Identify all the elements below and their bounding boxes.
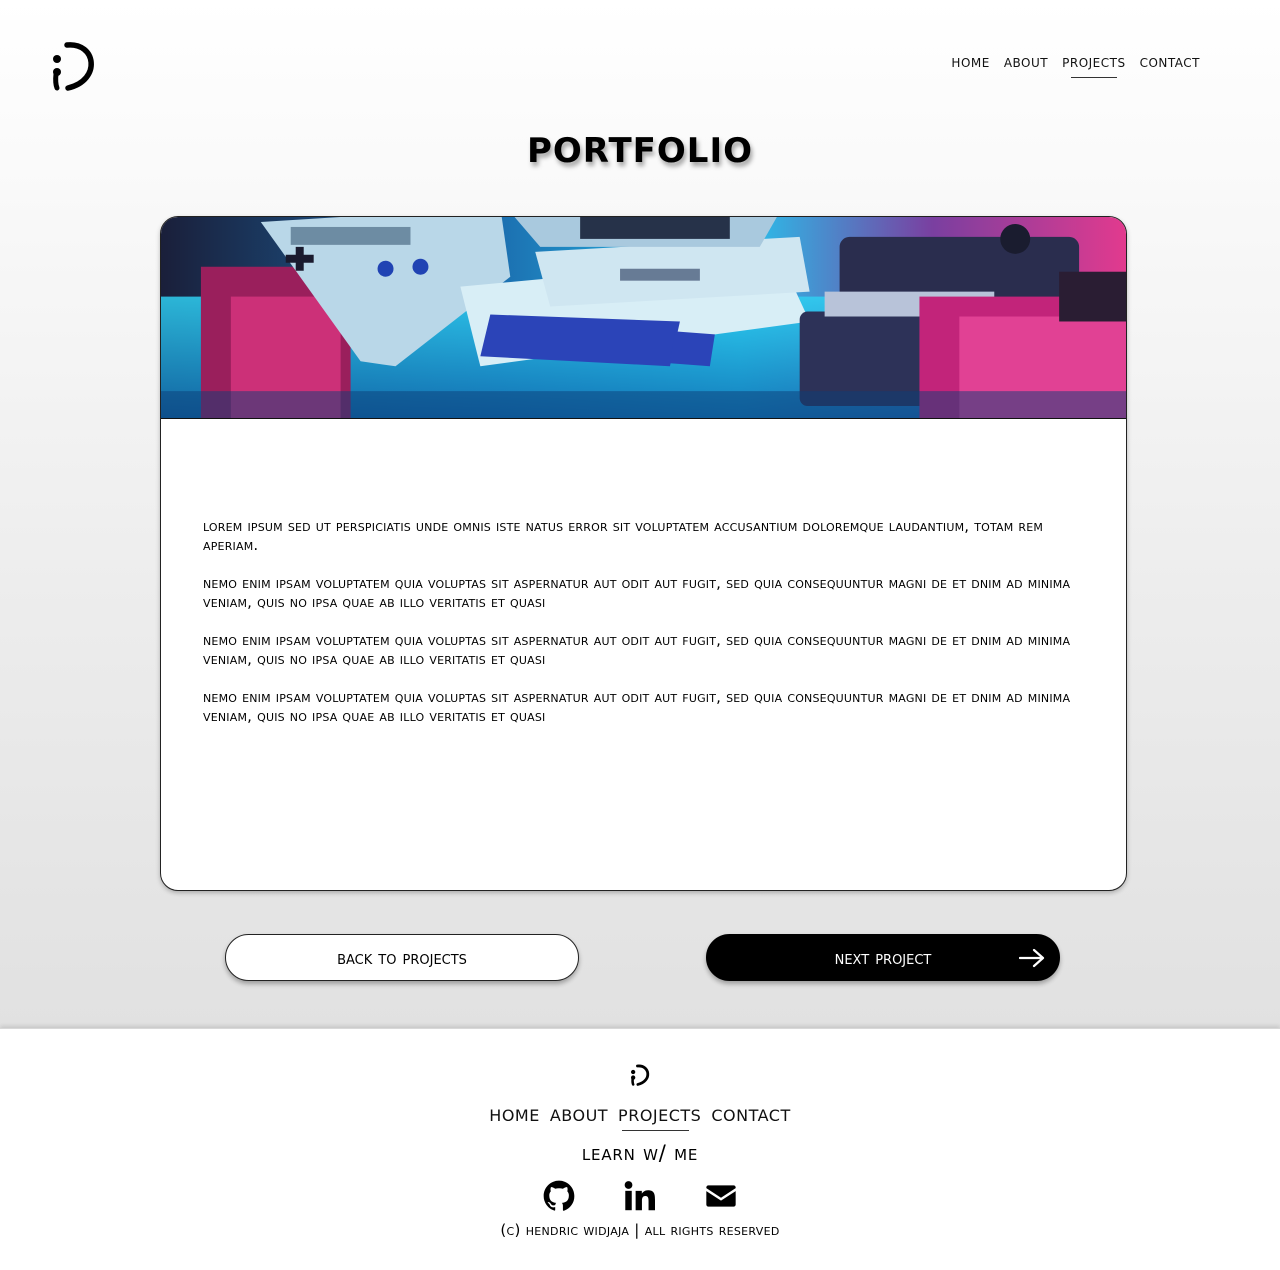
- nav-projects[interactable]: Projects: [1062, 52, 1125, 78]
- footer-nav: Home About Projects Contact: [0, 1101, 1280, 1131]
- back-to-projects-button[interactable]: Back to projects: [225, 934, 579, 981]
- description-paragraph: Nemo enim ipsam voluptatem quia voluptas…: [203, 631, 1071, 668]
- nav-home[interactable]: Home: [951, 52, 989, 78]
- wink-face-logo-icon[interactable]: [630, 1063, 650, 1087]
- project-card: Lorem ipsum Sed ut perspiciatis unde omn…: [160, 216, 1127, 891]
- project-hero-image: [161, 217, 1126, 419]
- footer-nav-about[interactable]: About: [550, 1101, 608, 1131]
- main-nav: Home About Projects Contact: [951, 52, 1200, 78]
- copyright-text: (c) Hendric Widjaja | All rights reserve…: [500, 1221, 780, 1239]
- description-paragraph: Nemo enim ipsam voluptatem quia voluptas…: [203, 688, 1071, 725]
- description-paragraph: Lorem ipsum Sed ut perspiciatis unde omn…: [203, 517, 1044, 554]
- arrow-right-icon: [1019, 948, 1045, 968]
- email-icon[interactable]: [705, 1179, 737, 1213]
- footer-nav-contact[interactable]: Contact: [711, 1101, 790, 1131]
- site-footer: Home About Projects Contact Learn w/ me …: [0, 1028, 1280, 1270]
- project-description: Lorem ipsum Sed ut perspiciatis unde omn…: [203, 517, 1083, 745]
- next-project-button[interactable]: Next project: [706, 934, 1060, 981]
- nav-contact[interactable]: Contact: [1140, 52, 1200, 78]
- page-title: Portfolio: [526, 118, 753, 174]
- social-links: [0, 1179, 1280, 1213]
- nav-about[interactable]: About: [1004, 52, 1048, 78]
- next-button-label: Next project: [834, 946, 932, 969]
- description-paragraph: Nemo enim ipsam voluptatem quia voluptas…: [203, 574, 1071, 611]
- github-icon[interactable]: [543, 1179, 575, 1213]
- back-button-label: Back to projects: [337, 946, 467, 969]
- linkedin-icon[interactable]: [624, 1179, 655, 1213]
- wink-face-logo-icon[interactable]: [50, 38, 96, 94]
- footer-nav-home[interactable]: Home: [489, 1101, 540, 1131]
- page-background: Home About Projects Contact Portfolio: [0, 0, 1280, 1028]
- footer-nav-projects[interactable]: Projects: [618, 1101, 701, 1131]
- learn-with-me-link[interactable]: Learn w/ me: [0, 1141, 1280, 1165]
